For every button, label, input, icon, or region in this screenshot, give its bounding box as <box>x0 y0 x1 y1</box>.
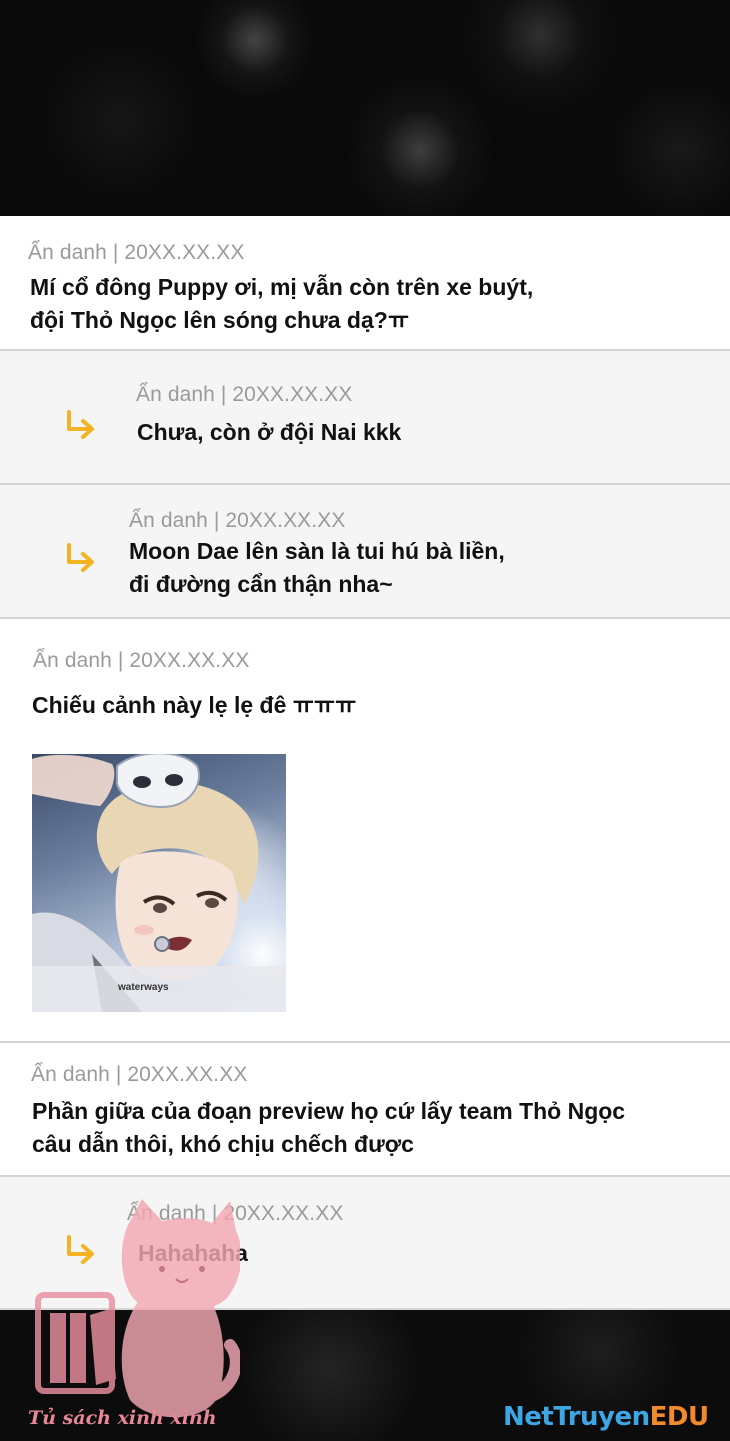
comment-meta: Ẩn danh | 20XX.XX.XX <box>33 649 250 672</box>
site-logo-part2: EDU <box>649 1402 709 1432</box>
comment-meta: Ẩn danh | 20XX.XX.XX <box>31 1063 248 1086</box>
reply-3: Ẩn danh | 20XX.XX.XX Hahahaha <box>0 1177 730 1308</box>
boy-with-mask-illustration <box>32 754 286 1012</box>
comment-attached-image[interactable]: waterways <box>32 754 286 1012</box>
reply-meta: Ẩn danh | 20XX.XX.XX <box>129 509 346 532</box>
comment-text-line: Chiếu cảnh này lẹ lẹ đê ㅠㅠㅠ <box>32 692 357 718</box>
reply-text-line: đi đường cẩn thận nha~ <box>129 571 393 597</box>
top-dark-panel <box>0 0 730 216</box>
comment-text-line: câu dẫn thôi, khó chịu chếch được <box>32 1131 414 1157</box>
comment-3: Ẩn danh | 20XX.XX.XX Phần giữa của đoạn … <box>0 1043 730 1175</box>
site-logo-part1: NetTruyen <box>503 1402 650 1432</box>
reply-arrow-icon <box>67 1235 94 1264</box>
reply-arrow-icon <box>67 543 94 572</box>
reply-1: Ẩn danh | 20XX.XX.XX Chưa, còn ở đội Nai… <box>0 351 730 483</box>
reply-meta: Ẩn danh | 20XX.XX.XX <box>136 383 353 406</box>
reply-arrow-icon <box>67 410 94 439</box>
comment-1: Ẩn danh | 20XX.XX.XX Mí cổ đông Puppy ơi… <box>0 216 730 350</box>
image-caption: waterways <box>118 982 169 993</box>
comment-meta: Ẩn danh | 20XX.XX.XX <box>28 241 245 264</box>
reply-text-line: Moon Dae lên sàn là tui hú bà liền, <box>129 538 505 564</box>
site-logo: NetTruyenEDU <box>503 1402 709 1432</box>
reply-meta: Ẩn danh | 20XX.XX.XX <box>127 1202 344 1225</box>
watermark-label: Tủ sách xinh xinh <box>28 1407 217 1429</box>
reply-2: Ẩn danh | 20XX.XX.XX Moon Dae lên sàn là… <box>0 485 730 617</box>
comment-text-line: Phần giữa của đoạn preview họ cứ lấy tea… <box>32 1098 626 1124</box>
reply-text-line: Chưa, còn ở đội Nai kkk <box>137 419 402 445</box>
comment-text-line: Mí cổ đông Puppy ơi, mị vẫn còn trên xe … <box>30 274 534 300</box>
comment-text-line: đội Thỏ Ngọc lên sóng chưa dạ?ㅠ <box>30 307 409 333</box>
reply-text-line: Hahahaha <box>138 1240 248 1266</box>
